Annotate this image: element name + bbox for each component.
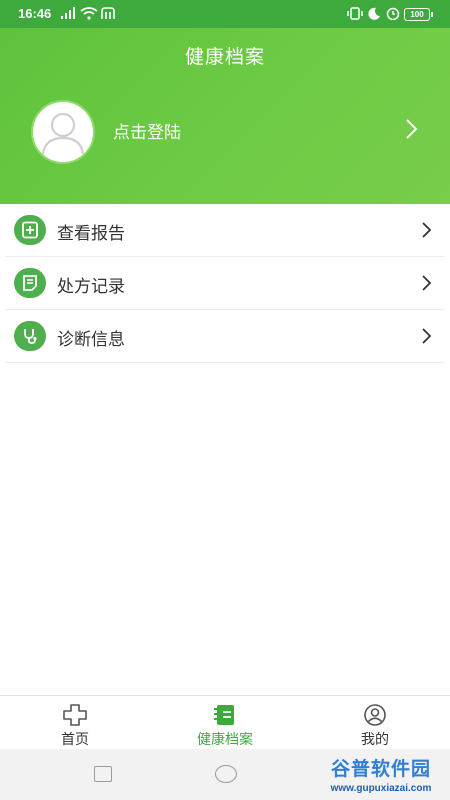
health-record-icon [214, 705, 234, 725]
menu-item-prescription[interactable]: 处方记录 [6, 257, 444, 310]
menu-item-label: 诊断信息 [57, 330, 125, 350]
home-button[interactable] [215, 765, 237, 783]
wifi-icon [80, 7, 98, 20]
avatar[interactable] [31, 100, 95, 164]
watermark-logo: 谷普软件园 www.gupuxiazai.com [312, 752, 450, 800]
menu-item-label: 处方记录 [57, 277, 125, 297]
battery-icon: 100 [404, 8, 433, 21]
chevron-right-icon [422, 275, 432, 291]
login-text: 点击登陆 [113, 123, 181, 143]
tab-home[interactable]: 首页 [0, 696, 150, 750]
home-cross-icon [63, 704, 87, 726]
prescription-icon [14, 268, 46, 298]
signal-icon [61, 7, 75, 19]
user-icon [364, 704, 386, 726]
menu-item-label: 查看报告 [57, 224, 125, 244]
status-bar: 16:46 100 [0, 0, 450, 28]
alarm-icon [386, 7, 400, 20]
tab-health-record-label: 健康档案 [197, 732, 253, 748]
menu-item-report[interactable]: 查看报告 [6, 204, 444, 257]
chevron-right-icon [422, 222, 432, 238]
watermark-url: www.gupuxiazai.com [330, 783, 432, 794]
moon-icon [368, 7, 380, 20]
vibrate-icon [347, 7, 363, 20]
report-plus-icon [14, 215, 46, 245]
page-title: 健康档案 [184, 46, 265, 68]
tab-health-record[interactable]: 健康档案 [150, 696, 300, 750]
recent-apps-button[interactable] [94, 766, 112, 782]
chevron-right-icon [422, 328, 432, 344]
stethoscope-icon [14, 321, 46, 351]
nfc-icon [101, 7, 115, 19]
status-time: 16:46 [18, 6, 52, 21]
menu-list: 查看报告 处方记录 诊断信息 [6, 204, 444, 363]
login-row[interactable]: 点击登陆 [0, 93, 450, 168]
menu-item-diagnosis[interactable]: 诊断信息 [6, 310, 444, 363]
tab-mine[interactable]: 我的 [300, 696, 450, 750]
default-user-icon [41, 112, 85, 155]
tab-mine-label: 我的 [361, 732, 389, 748]
profile-header: 健康档案 点击登陆 [0, 28, 450, 204]
chevron-right-icon [406, 119, 418, 139]
bottom-tab-bar: 首页 健康档案 我的 [0, 695, 450, 750]
tab-home-label: 首页 [61, 732, 89, 748]
watermark-title: 谷普软件园 [330, 758, 431, 780]
